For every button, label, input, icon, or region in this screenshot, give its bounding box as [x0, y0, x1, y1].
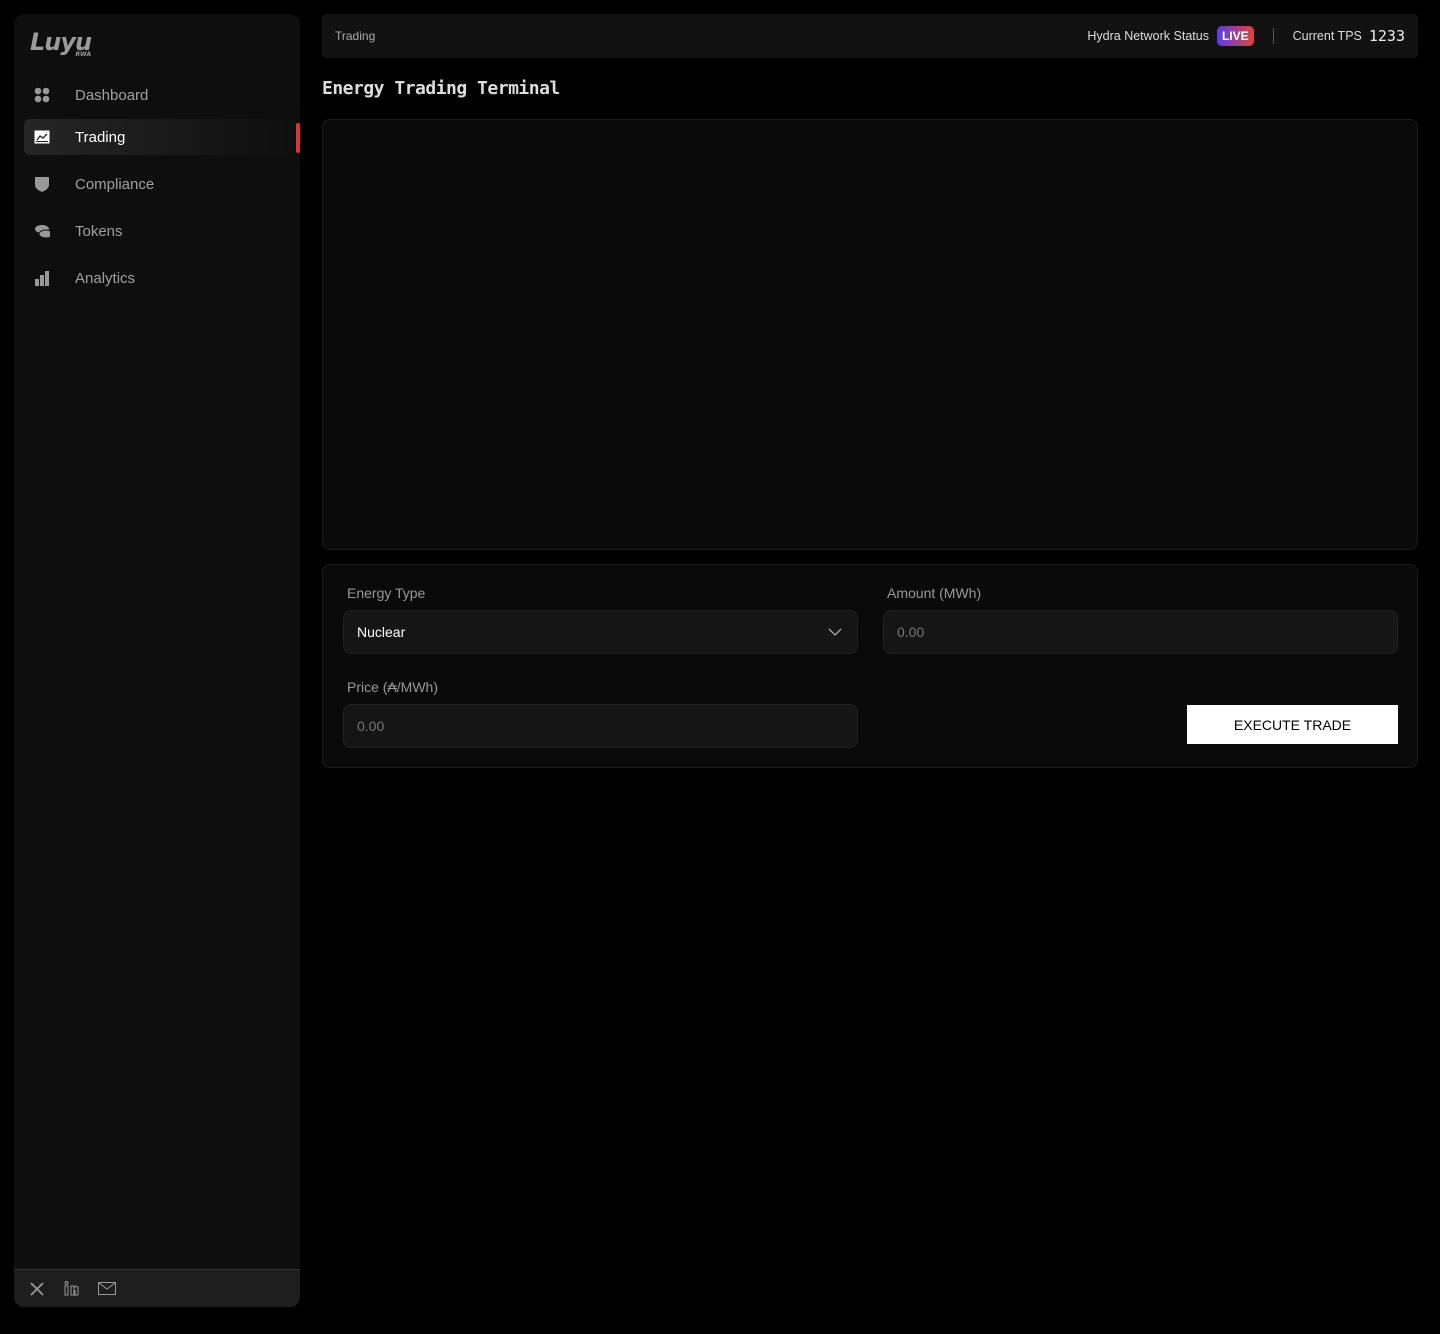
execute-trade-button[interactable]: EXECUTE TRADE	[1187, 705, 1398, 744]
linkedin-icon[interactable]	[61, 1280, 82, 1298]
amount-placeholder: 0.00	[897, 624, 925, 640]
logo-sub: RWA	[75, 51, 92, 58]
tps-value: 1233	[1368, 27, 1405, 45]
sidebar-item-compliance[interactable]: Compliance	[24, 166, 300, 202]
network-status-label: Hydra Network Status	[1087, 29, 1209, 43]
sidebar-footer	[14, 1269, 300, 1307]
sidebar-item-label: Compliance	[75, 175, 155, 193]
mail-icon[interactable]	[96, 1280, 117, 1298]
bar-chart-icon	[34, 270, 50, 286]
energy-type-select[interactable]: Nuclear	[343, 610, 858, 654]
divider	[1272, 28, 1274, 44]
chart-icon	[34, 129, 50, 145]
top-bar: Trading Hydra Network Status LIVE Curren…	[322, 14, 1418, 58]
sidebar-item-trading[interactable]: Trading	[24, 119, 300, 155]
price-placeholder: 0.00	[357, 718, 385, 734]
energy-type-value: Nuclear	[357, 624, 406, 640]
sidebar: Luyu RWA Dashboard Trading Compliance Tok…	[14, 14, 300, 1307]
active-indicator	[296, 123, 300, 153]
energy-type-label: Energy Type	[347, 585, 426, 601]
grid-icon	[34, 87, 50, 103]
chevron-down-icon	[828, 628, 842, 636]
sidebar-item-label: Trading	[75, 128, 126, 146]
price-label: Price (₳/MWh)	[347, 679, 438, 695]
sidebar-item-analytics[interactable]: Analytics	[24, 260, 300, 296]
sidebar-item-label: Tokens	[75, 222, 123, 240]
shield-icon	[34, 176, 50, 192]
sidebar-item-tokens[interactable]: Tokens	[24, 213, 300, 249]
sidebar-item-label: Dashboard	[75, 86, 149, 104]
sidebar-item-label: Analytics	[75, 269, 136, 287]
breadcrumb[interactable]: Trading	[335, 29, 375, 43]
trading-chart-panel[interactable]	[322, 119, 1418, 550]
coins-icon	[34, 223, 50, 239]
tps-label: Current TPS	[1292, 29, 1362, 43]
x-icon[interactable]	[26, 1280, 47, 1298]
amount-input[interactable]: 0.00	[883, 610, 1398, 654]
page-title: Energy Trading Terminal	[322, 78, 560, 99]
logo[interactable]: Luyu RWA	[30, 28, 92, 58]
sidebar-item-dashboard[interactable]: Dashboard	[24, 77, 300, 113]
price-input[interactable]: 0.00	[343, 704, 858, 748]
status-badge: LIVE	[1216, 26, 1254, 46]
amount-label: Amount (MWh)	[887, 585, 982, 601]
trade-form: Energy Type Nuclear Amount (MWh) 0.00 Pr…	[322, 564, 1418, 768]
